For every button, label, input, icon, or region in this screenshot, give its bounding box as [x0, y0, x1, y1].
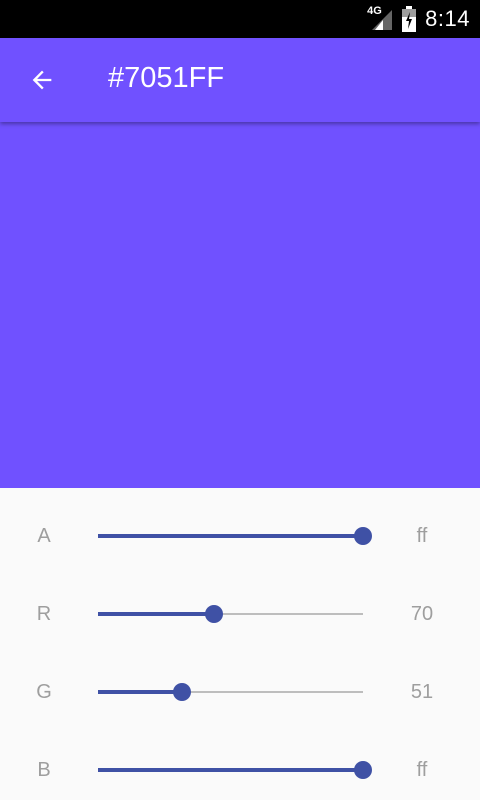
channel-label-green: G [36, 681, 52, 703]
channel-value-green: 51 [410, 681, 434, 703]
slider-fill [98, 690, 183, 694]
slider-fill [98, 768, 363, 772]
slider-row-red: R 70 [0, 584, 480, 644]
channel-value-alpha: ff [416, 525, 428, 547]
channel-label-red: R [36, 603, 52, 625]
page-title: #7051FF [108, 62, 225, 94]
green-slider[interactable] [98, 662, 363, 722]
blue-slider[interactable] [98, 740, 372, 800]
slider-thumb[interactable] [354, 761, 372, 779]
slider-row-blue: B ff [0, 740, 480, 800]
status-bar: 4G 8:14 [0, 0, 480, 38]
app-bar: #7051FF [0, 38, 480, 122]
channel-label-blue: B [37, 759, 51, 781]
signal-icon: 4G [367, 5, 393, 32]
slider-fill [98, 534, 363, 538]
slider-thumb[interactable] [173, 683, 192, 701]
status-icons: 4G 8:14 [367, 0, 470, 38]
channel-value-red: 70 [410, 603, 434, 625]
color-preview [0, 122, 480, 488]
red-slider[interactable] [98, 584, 363, 644]
channel-label-alpha: A [37, 525, 51, 547]
slider-fill [98, 612, 215, 616]
back-button[interactable] [22, 60, 62, 100]
slider-thumb[interactable] [354, 527, 372, 545]
alpha-slider[interactable] [98, 506, 372, 566]
color-sliders-panel: A ff R 70 G 51 B ff [0, 488, 480, 800]
channel-value-blue: ff [416, 759, 428, 781]
slider-row-green: G 51 [0, 662, 480, 722]
battery-icon [402, 6, 417, 32]
arrow-left-icon [32, 70, 52, 90]
slider-thumb[interactable] [205, 605, 224, 623]
slider-row-alpha: A ff [0, 506, 480, 566]
status-time: 8:14 [425, 6, 470, 31]
